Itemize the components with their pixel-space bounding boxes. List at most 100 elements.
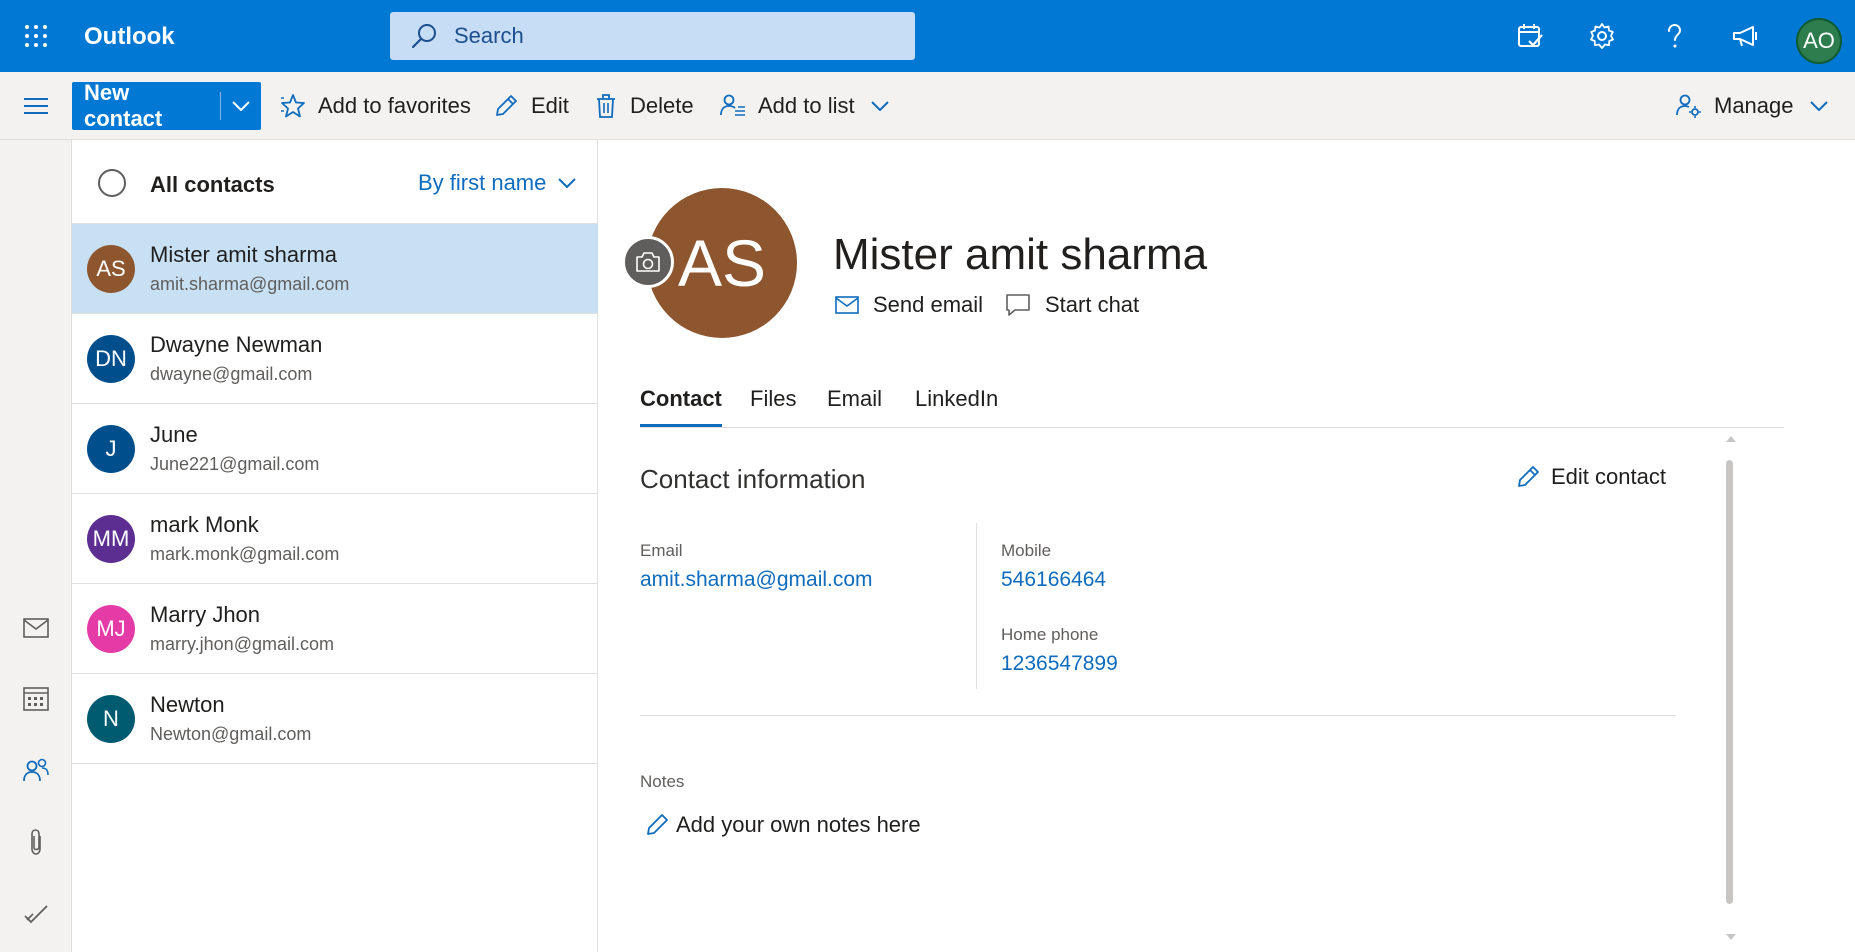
calendar-icon[interactable] [18, 680, 54, 716]
todo-icon[interactable] [18, 896, 54, 932]
pencil-icon [493, 93, 519, 119]
star-icon [280, 93, 306, 119]
add-to-list-icon [720, 93, 746, 119]
app-launcher-icon[interactable] [18, 18, 54, 54]
contact-name: mark Monk [150, 512, 259, 537]
contact-name: Dwayne Newman [150, 332, 323, 357]
avatar: AS [87, 245, 135, 293]
add-to-list-button[interactable]: Add to list [720, 88, 889, 124]
chat-icon [1006, 294, 1030, 316]
command-bar: New contact Add to favorites Edit Delete… [0, 72, 1855, 140]
new-contact-dropdown[interactable] [221, 82, 261, 130]
mail-icon [835, 296, 859, 314]
people-icon[interactable] [18, 752, 54, 788]
avatar: N [87, 695, 135, 743]
manage-button[interactable]: Manage [1676, 88, 1828, 124]
detail-tabs: Contact Files Email LinkedIn [640, 380, 1784, 428]
top-bar: Outlook Search AO [0, 0, 1855, 72]
add-to-favorites-label: Add to favorites [318, 93, 471, 118]
tab-linkedin[interactable]: LinkedIn [915, 386, 998, 424]
contact-row[interactable]: DN Dwayne Newman dwayne@gmail.com [72, 314, 598, 404]
manage-icon [1676, 93, 1702, 119]
contact-list-header: All contacts By first name [72, 140, 598, 224]
mobile-label: Mobile [1001, 541, 1052, 560]
contact-detail-pane: AS Mister amit sharma Send email Start c… [599, 140, 1855, 952]
tab-files[interactable]: Files [750, 386, 796, 424]
trash-icon [594, 93, 618, 119]
my-day-icon[interactable] [1512, 18, 1548, 54]
help-icon[interactable] [1656, 18, 1692, 54]
scroll-thumb[interactable] [1726, 460, 1733, 904]
user-avatar[interactable]: AO [1796, 18, 1842, 64]
scroll-up-icon[interactable] [1726, 436, 1736, 442]
edit-label: Edit [531, 93, 569, 118]
detail-scrollbar[interactable] [1723, 436, 1737, 948]
chevron-down-icon [232, 101, 250, 111]
start-chat-label: Start chat [1045, 292, 1140, 317]
gear-icon[interactable] [1584, 18, 1620, 54]
email-value[interactable]: amit.sharma@gmail.com [640, 568, 873, 592]
search-icon [410, 22, 438, 50]
chevron-down-icon [870, 101, 889, 111]
section-divider [640, 715, 1676, 716]
select-all-checkbox[interactable] [98, 169, 126, 197]
start-chat-button[interactable]: Start chat [1005, 292, 1139, 318]
scroll-down-icon[interactable] [1726, 934, 1736, 940]
contact-email: June221@gmail.com [150, 454, 320, 474]
home-phone-value[interactable]: 1236547899 [1001, 652, 1118, 676]
sort-dropdown[interactable]: By first name [418, 170, 577, 196]
notes-placeholder: Add your own notes here [676, 812, 921, 837]
tab-contact[interactable]: Contact [640, 386, 722, 427]
search-input[interactable]: Search [390, 12, 915, 60]
manage-label: Manage [1714, 93, 1794, 118]
feedback-icon[interactable] [1728, 18, 1764, 54]
section-title: Contact information [640, 464, 866, 494]
contact-name: Marry Jhon [150, 602, 261, 627]
attachment-icon[interactable] [18, 824, 54, 860]
home-phone-label: Home phone [1001, 625, 1099, 644]
left-rail [0, 140, 72, 952]
avatar: MM [87, 515, 135, 563]
email-label: Email [640, 541, 683, 560]
pencil-icon [647, 814, 668, 835]
contact-row[interactable]: J June June221@gmail.com [72, 404, 598, 494]
edit-contact-button[interactable]: Edit contact [1515, 464, 1666, 490]
add-to-list-label: Add to list [758, 93, 855, 118]
tab-email[interactable]: Email [827, 386, 882, 424]
contact-row[interactable]: N Newton Newton@gmail.com [72, 674, 598, 764]
contact-name: Mister amit sharma [150, 242, 338, 267]
contact-row[interactable]: MM mark Monk mark.monk@gmail.com [72, 494, 598, 584]
avatar: DN [87, 335, 135, 383]
camera-icon[interactable] [622, 236, 674, 288]
avatar: MJ [87, 605, 135, 653]
contact-detail-name: Mister amit sharma [833, 230, 1208, 279]
add-to-favorites-button[interactable]: Add to favorites [280, 88, 471, 124]
send-email-label: Send email [873, 292, 984, 317]
chevron-down-icon [1809, 101, 1828, 111]
column-divider [976, 523, 977, 689]
mail-icon[interactable] [18, 610, 54, 646]
contact-email: dwayne@gmail.com [150, 364, 313, 384]
avatar: J [87, 425, 135, 473]
mobile-value[interactable]: 546166464 [1001, 568, 1106, 592]
delete-button[interactable]: Delete [594, 88, 694, 124]
search-placeholder: Search [454, 23, 524, 48]
send-email-button[interactable]: Send email [835, 292, 983, 318]
contact-name: Newton [150, 692, 225, 717]
app-title[interactable]: Outlook [84, 23, 175, 51]
contact-row[interactable]: AS Mister amit sharma amit.sharma@gmail.… [72, 224, 598, 314]
delete-label: Delete [630, 93, 694, 118]
hamburger-menu-icon[interactable] [18, 88, 54, 124]
add-notes-button[interactable]: Add your own notes here [644, 812, 921, 838]
chevron-down-icon [558, 178, 577, 188]
contact-email: marry.jhon@gmail.com [150, 634, 334, 654]
contact-list: All contacts By first name AS Mister ami… [72, 140, 598, 952]
contact-email: amit.sharma@gmail.com [150, 274, 350, 294]
pencil-icon [1518, 466, 1539, 487]
new-contact-split-button: New contact [72, 80, 261, 131]
contact-email: mark.monk@gmail.com [150, 544, 340, 564]
contact-list-title: All contacts [150, 172, 275, 197]
edit-button[interactable]: Edit [493, 88, 569, 124]
contact-row[interactable]: MJ Marry Jhon marry.jhon@gmail.com [72, 584, 598, 674]
new-contact-button[interactable]: New contact [72, 80, 206, 131]
